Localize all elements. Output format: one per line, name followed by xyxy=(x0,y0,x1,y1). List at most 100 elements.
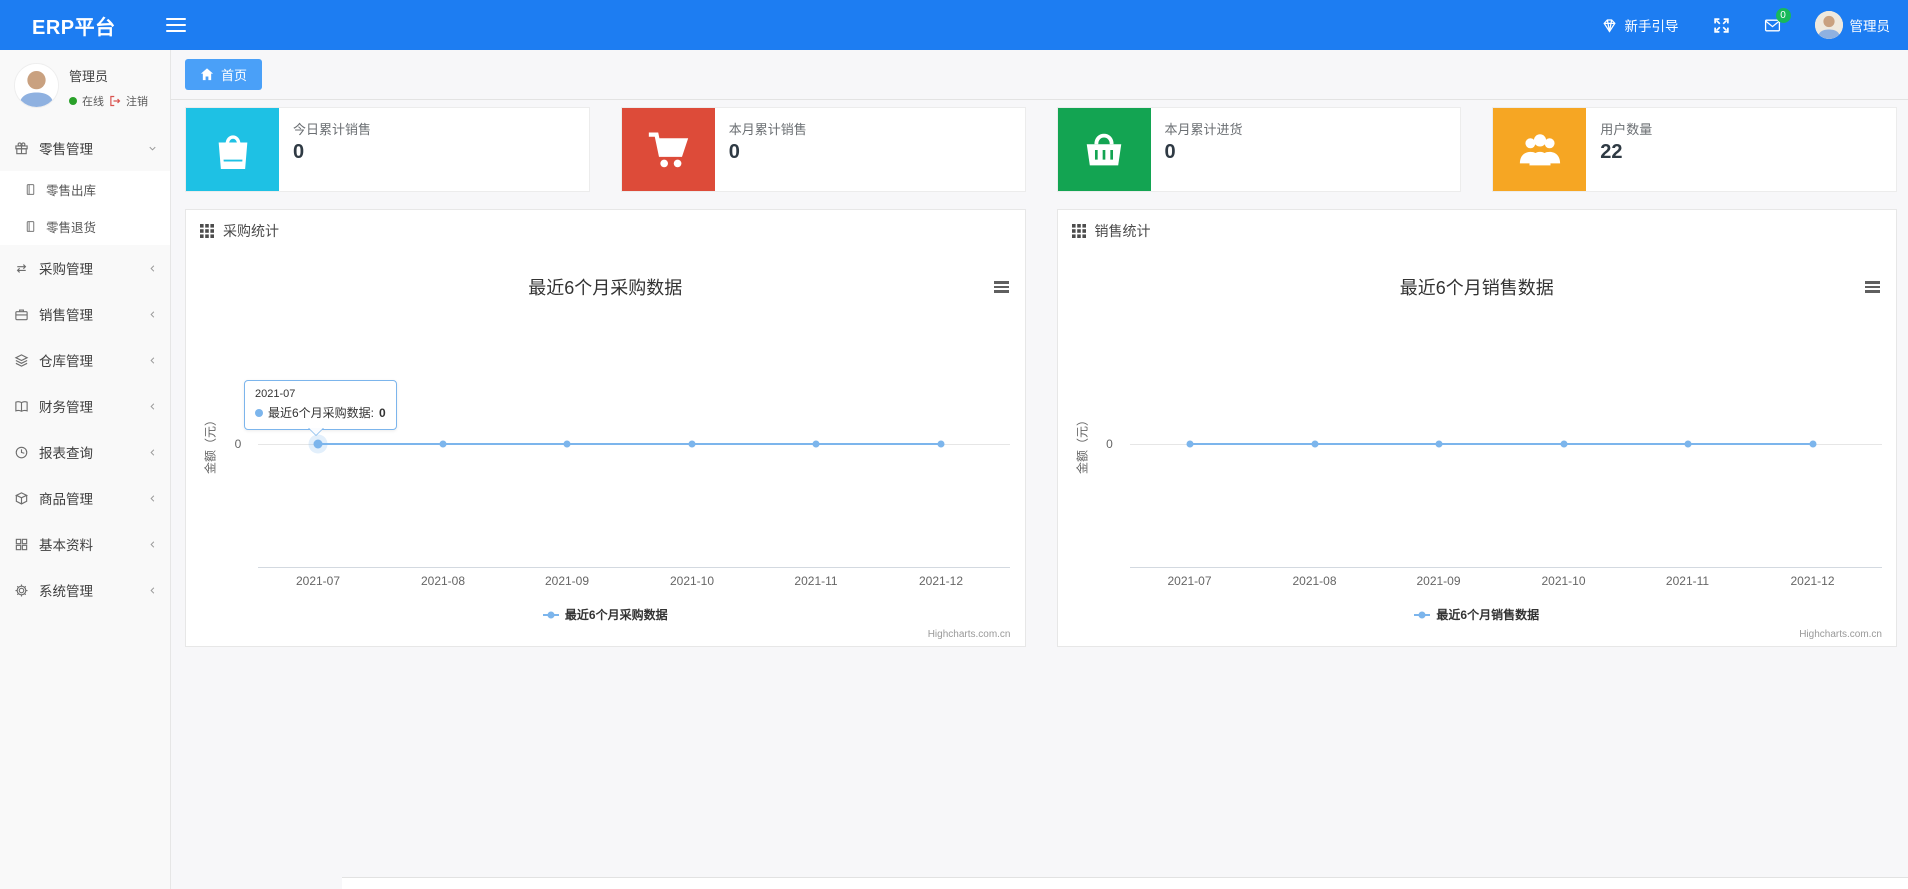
x-axis-label: 2021-08 xyxy=(1292,574,1337,588)
layers-icon xyxy=(14,353,29,367)
chart-export-menu-icon[interactable] xyxy=(1865,281,1880,293)
series-line xyxy=(318,442,941,446)
sidebar-item-label: 基本资料 xyxy=(39,538,93,553)
x-axis-label: 2021-12 xyxy=(1790,574,1835,588)
data-point[interactable] xyxy=(1560,440,1567,448)
tooltip-series-dot-icon xyxy=(255,408,263,417)
data-point[interactable] xyxy=(563,440,571,448)
data-point[interactable] xyxy=(1311,440,1318,448)
data-point[interactable] xyxy=(688,440,696,448)
data-point[interactable] xyxy=(812,440,820,448)
file-icon xyxy=(26,221,35,232)
chevron-left-icon xyxy=(150,356,155,364)
breadcrumb-home-label: 首页 xyxy=(221,68,248,83)
sidebar-item-label: 商品管理 xyxy=(39,492,93,507)
sidebar-item-label: 仓库管理 xyxy=(39,354,93,369)
x-axis-label: 2021-07 xyxy=(295,574,341,588)
logout-link[interactable]: 注销 xyxy=(126,93,148,109)
chart-title: 最近6个月采购数据 xyxy=(528,278,683,298)
y-axis-title: 金额（元） xyxy=(1075,413,1089,475)
stat-card-month-sales: 本月累计销售 0 xyxy=(620,107,1026,192)
sidebar-item-reports[interactable]: 报表查询 xyxy=(0,429,170,475)
sidebar-item-label: 采购管理 xyxy=(39,262,93,277)
x-axis-line xyxy=(1129,567,1882,568)
x-axis-label: 2021-07 xyxy=(1167,574,1212,588)
data-point[interactable] xyxy=(1435,440,1442,448)
panel-title: 销售统计 xyxy=(1094,223,1151,239)
sidebar-item-basic-data[interactable]: 基本资料 xyxy=(0,521,170,567)
chevron-left-icon xyxy=(150,310,155,318)
shopping-bag-icon xyxy=(218,134,247,169)
diamond-icon xyxy=(1602,18,1616,33)
data-point[interactable] xyxy=(439,440,447,448)
sidebar-item-retail-outbound[interactable]: 零售出库 xyxy=(0,171,170,208)
guide-button[interactable]: 新手引导 xyxy=(1601,15,1679,35)
highcharts-credits-link[interactable]: Highcharts.com.cn xyxy=(1799,629,1882,640)
sidebar-item-label: 财务管理 xyxy=(39,400,93,415)
legend-item[interactable]: 最近6个月销售数据 xyxy=(1414,606,1539,623)
sidebar-item-label: 系统管理 xyxy=(39,584,93,599)
legend-marker-icon xyxy=(1414,610,1431,619)
tooltip-header: 2021-07 xyxy=(255,388,296,400)
sidebar-item-products[interactable]: 商品管理 xyxy=(0,475,170,521)
top-navbar: ERP平台 新手引导 0 管理员 xyxy=(0,0,1908,50)
sidebar-toggle-icon[interactable] xyxy=(165,17,186,33)
sidebar-item-system[interactable]: 系统管理 xyxy=(0,567,170,613)
highcharts-credits-link[interactable]: Highcharts.com.cn xyxy=(928,629,1011,640)
data-point[interactable] xyxy=(937,440,945,448)
logout-icon xyxy=(110,95,121,107)
repeat-icon xyxy=(16,263,27,273)
online-status-label: 在线 xyxy=(82,96,104,108)
sidebar-item-retail-return[interactable]: 零售退货 xyxy=(0,208,170,245)
sidebar-item-finance[interactable]: 财务管理 xyxy=(0,383,170,429)
messages-button[interactable]: 0 xyxy=(1764,7,1791,34)
sidebar-item-warehouse[interactable]: 仓库管理 xyxy=(0,337,170,383)
x-axis-label: 2021-08 xyxy=(420,574,466,588)
y-axis-title: 金额（元） xyxy=(203,413,218,475)
sidebar-item-label: 零售退货 xyxy=(46,221,97,235)
main-content: 首页 今日累计销售 0 本月累计销售 0 本月累计进货 0 用户数量 22 采购… xyxy=(171,50,1908,889)
y-axis-tick: 0 xyxy=(1106,437,1113,451)
x-axis-label: 2021-09 xyxy=(1416,574,1461,588)
chevron-left-icon xyxy=(150,402,155,410)
book-icon xyxy=(15,400,28,412)
stat-card-title: 用户数量 xyxy=(1600,122,1653,137)
chevron-left-icon xyxy=(150,494,155,502)
sidebar-item-retail[interactable]: 零售管理 xyxy=(0,125,170,171)
shopping-cart-icon xyxy=(649,132,689,167)
user-menu[interactable]: 管理员 xyxy=(1814,11,1890,39)
data-point[interactable] xyxy=(1186,440,1193,448)
stat-card-value: 0 xyxy=(1164,141,1176,163)
sales-chart: 最近6个月销售数据 金额（元） 0 2021-07 2021-08 2021-0… xyxy=(1058,252,1897,650)
data-point[interactable] xyxy=(1809,440,1816,448)
chart-tooltip: 2021-07 最近6个月采购数据: 0 xyxy=(244,380,397,436)
x-axis-label: 2021-10 xyxy=(1541,574,1586,588)
sidebar-item-label: 零售出库 xyxy=(46,184,97,198)
x-axis-label: 2021-12 xyxy=(918,574,964,588)
stat-card-value: 0 xyxy=(293,141,305,163)
footer-divider xyxy=(342,877,1908,889)
stat-card-value: 22 xyxy=(1600,141,1623,163)
stat-card-month-purchase: 本月累计进货 0 xyxy=(1056,107,1462,192)
breadcrumb-home-tab[interactable]: 首页 xyxy=(185,59,263,90)
fullscreen-button[interactable] xyxy=(1713,17,1730,34)
sales-stats-panel: 销售统计 最近6个月销售数据 金额（元） 0 2021-07 2021-08 2… xyxy=(1056,209,1897,650)
legend-item[interactable]: 最近6个月采购数据 xyxy=(542,606,668,623)
x-axis-label: 2021-11 xyxy=(1665,574,1710,588)
sidebar-item-purchase[interactable]: 采购管理 xyxy=(0,245,170,291)
file-icon xyxy=(26,184,35,195)
th-grid-icon xyxy=(1071,224,1086,238)
chevron-left-icon xyxy=(150,264,155,272)
sidebar-item-label: 零售管理 xyxy=(39,142,93,157)
chart-export-menu-icon[interactable] xyxy=(993,281,1009,293)
data-point[interactable] xyxy=(1684,440,1691,448)
sidebar-item-sales[interactable]: 销售管理 xyxy=(0,291,170,337)
stat-card-title: 今日累计销售 xyxy=(293,122,372,137)
y-axis-tick: 0 xyxy=(234,437,242,451)
avatar xyxy=(1814,11,1843,39)
app-brand: ERP平台 xyxy=(32,16,116,39)
chevron-left-icon xyxy=(150,586,155,594)
gift-icon xyxy=(15,141,28,154)
stat-card-title: 本月累计进货 xyxy=(1164,122,1243,137)
chevron-left-icon xyxy=(150,448,155,456)
